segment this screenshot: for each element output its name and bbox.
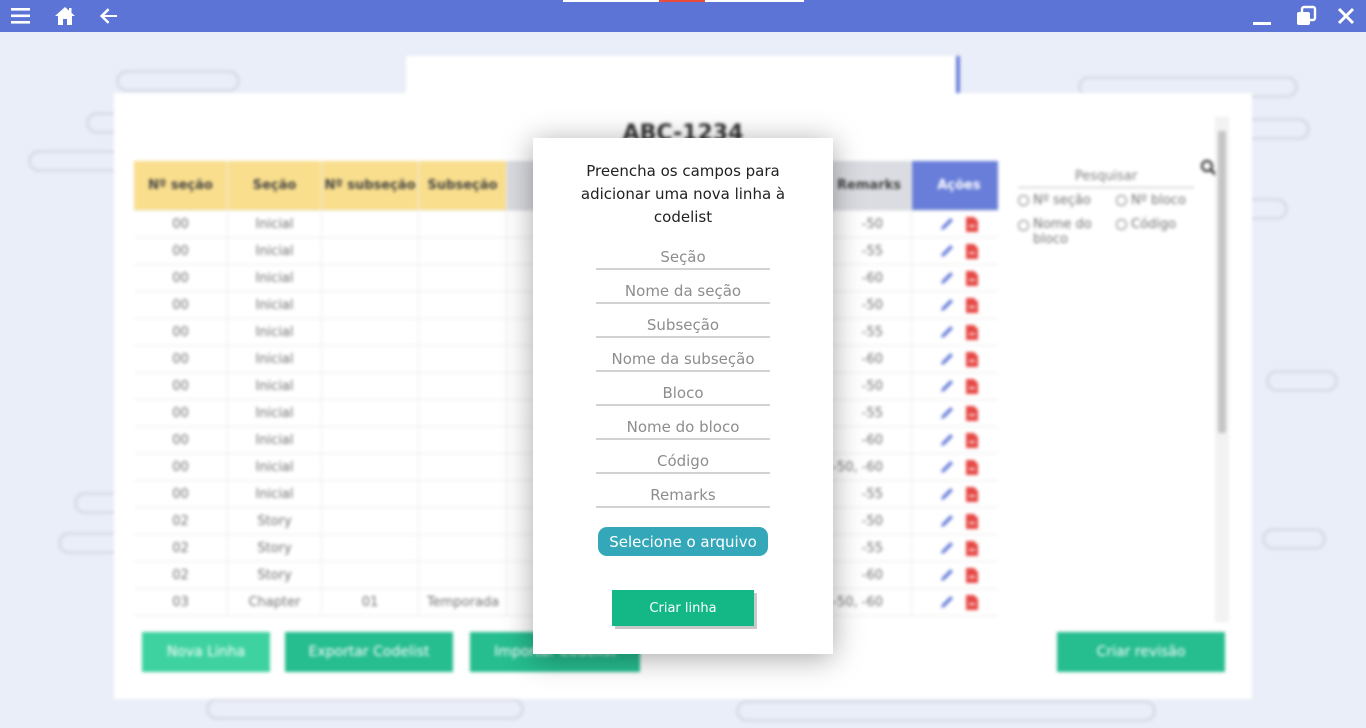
subsecao-input[interactable] bbox=[596, 314, 770, 338]
back-arrow-icon[interactable] bbox=[97, 4, 121, 28]
title-indicator bbox=[563, 0, 659, 2]
add-line-modal: Preencha os campos para adicionar uma no… bbox=[533, 138, 833, 654]
title-bar bbox=[0, 0, 1366, 32]
menu-icon[interactable] bbox=[9, 4, 33, 28]
select-file-button[interactable]: Selecione o arquivo bbox=[598, 527, 768, 556]
home-icon[interactable] bbox=[53, 4, 77, 28]
close-icon[interactable] bbox=[1334, 4, 1358, 28]
title-indicator bbox=[705, 0, 804, 2]
create-line-button[interactable]: Criar linha bbox=[612, 590, 754, 626]
minimize-icon[interactable] bbox=[1250, 4, 1274, 28]
nome-secao-input[interactable] bbox=[596, 280, 770, 304]
title-indicator bbox=[659, 0, 705, 2]
nome-bloco-input[interactable] bbox=[596, 416, 770, 440]
secao-input[interactable] bbox=[596, 246, 770, 270]
codigo-input[interactable] bbox=[596, 450, 770, 474]
nome-subsecao-input[interactable] bbox=[596, 348, 770, 372]
remarks-input[interactable] bbox=[596, 484, 770, 508]
bloco-input[interactable] bbox=[596, 382, 770, 406]
restore-icon[interactable] bbox=[1294, 4, 1318, 28]
modal-title: Preencha os campos para adicionar uma no… bbox=[580, 162, 786, 226]
